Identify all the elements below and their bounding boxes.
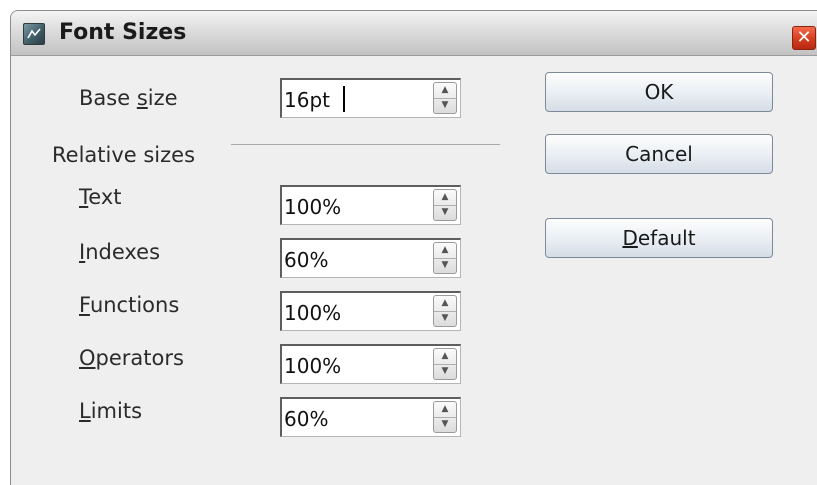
indexes-size-label: Indexes xyxy=(79,240,161,264)
limits-size-label: Limits xyxy=(79,399,143,423)
functions-size-value[interactable]: 100% xyxy=(284,301,341,325)
formula-glyph-icon xyxy=(27,28,41,39)
relative-sizes-heading: Relative sizes xyxy=(52,143,196,167)
operators-size-spin-buttons[interactable]: ▲ ▼ xyxy=(433,348,457,380)
title-bar[interactable]: Font Sizes ✕ xyxy=(11,11,817,56)
text-caret xyxy=(343,86,345,112)
relative-sizes-separator xyxy=(231,144,500,145)
base-size-value[interactable]: 16pt xyxy=(284,88,330,112)
spin-up-icon[interactable]: ▲ xyxy=(434,243,456,259)
spin-down-icon[interactable]: ▼ xyxy=(434,417,456,432)
limits-size-spinbox[interactable]: 60% ▲ ▼ xyxy=(280,397,461,437)
operators-size-value[interactable]: 100% xyxy=(284,354,341,378)
text-size-spin-buttons[interactable]: ▲ ▼ xyxy=(433,189,457,221)
operators-size-spinbox[interactable]: 100% ▲ ▼ xyxy=(280,344,461,384)
spin-up-icon[interactable]: ▲ xyxy=(434,402,456,418)
spin-down-icon[interactable]: ▼ xyxy=(434,311,456,326)
spin-up-icon[interactable]: ▲ xyxy=(434,349,456,365)
base-size-spinbox[interactable]: 16pt ▲ ▼ xyxy=(280,78,461,118)
limits-size-value[interactable]: 60% xyxy=(284,407,328,431)
functions-size-spinbox[interactable]: 100% ▲ ▼ xyxy=(280,291,461,331)
text-size-label: Text xyxy=(79,185,122,209)
spin-up-icon[interactable]: ▲ xyxy=(434,296,456,312)
spin-down-icon[interactable]: ▼ xyxy=(434,364,456,379)
operators-size-label: Operators xyxy=(79,346,184,370)
indexes-size-spin-buttons[interactable]: ▲ ▼ xyxy=(433,242,457,274)
base-size-spin-buttons[interactable]: ▲ ▼ xyxy=(433,82,457,114)
spin-up-icon[interactable]: ▲ xyxy=(434,83,456,99)
spin-down-icon[interactable]: ▼ xyxy=(434,258,456,273)
spin-down-icon[interactable]: ▼ xyxy=(434,98,456,113)
close-icon: ✕ xyxy=(796,27,812,48)
functions-size-label: Functions xyxy=(79,293,180,317)
default-button[interactable]: Default xyxy=(545,218,773,258)
text-size-spinbox[interactable]: 100% ▲ ▼ xyxy=(280,185,461,225)
dialog-title: Font Sizes xyxy=(59,20,187,45)
math-app-icon xyxy=(23,23,45,45)
indexes-size-value[interactable]: 60% xyxy=(284,248,328,272)
text-size-value[interactable]: 100% xyxy=(284,195,341,219)
cancel-button[interactable]: Cancel xyxy=(545,134,773,174)
limits-size-spin-buttons[interactable]: ▲ ▼ xyxy=(433,401,457,433)
functions-size-spin-buttons[interactable]: ▲ ▼ xyxy=(433,295,457,327)
ok-button[interactable]: OK xyxy=(545,72,773,112)
indexes-size-spinbox[interactable]: 60% ▲ ▼ xyxy=(280,238,461,278)
spin-up-icon[interactable]: ▲ xyxy=(434,190,456,206)
spin-down-icon[interactable]: ▼ xyxy=(434,205,456,220)
base-size-label: Base size xyxy=(79,86,178,110)
close-button[interactable]: ✕ xyxy=(792,26,816,50)
